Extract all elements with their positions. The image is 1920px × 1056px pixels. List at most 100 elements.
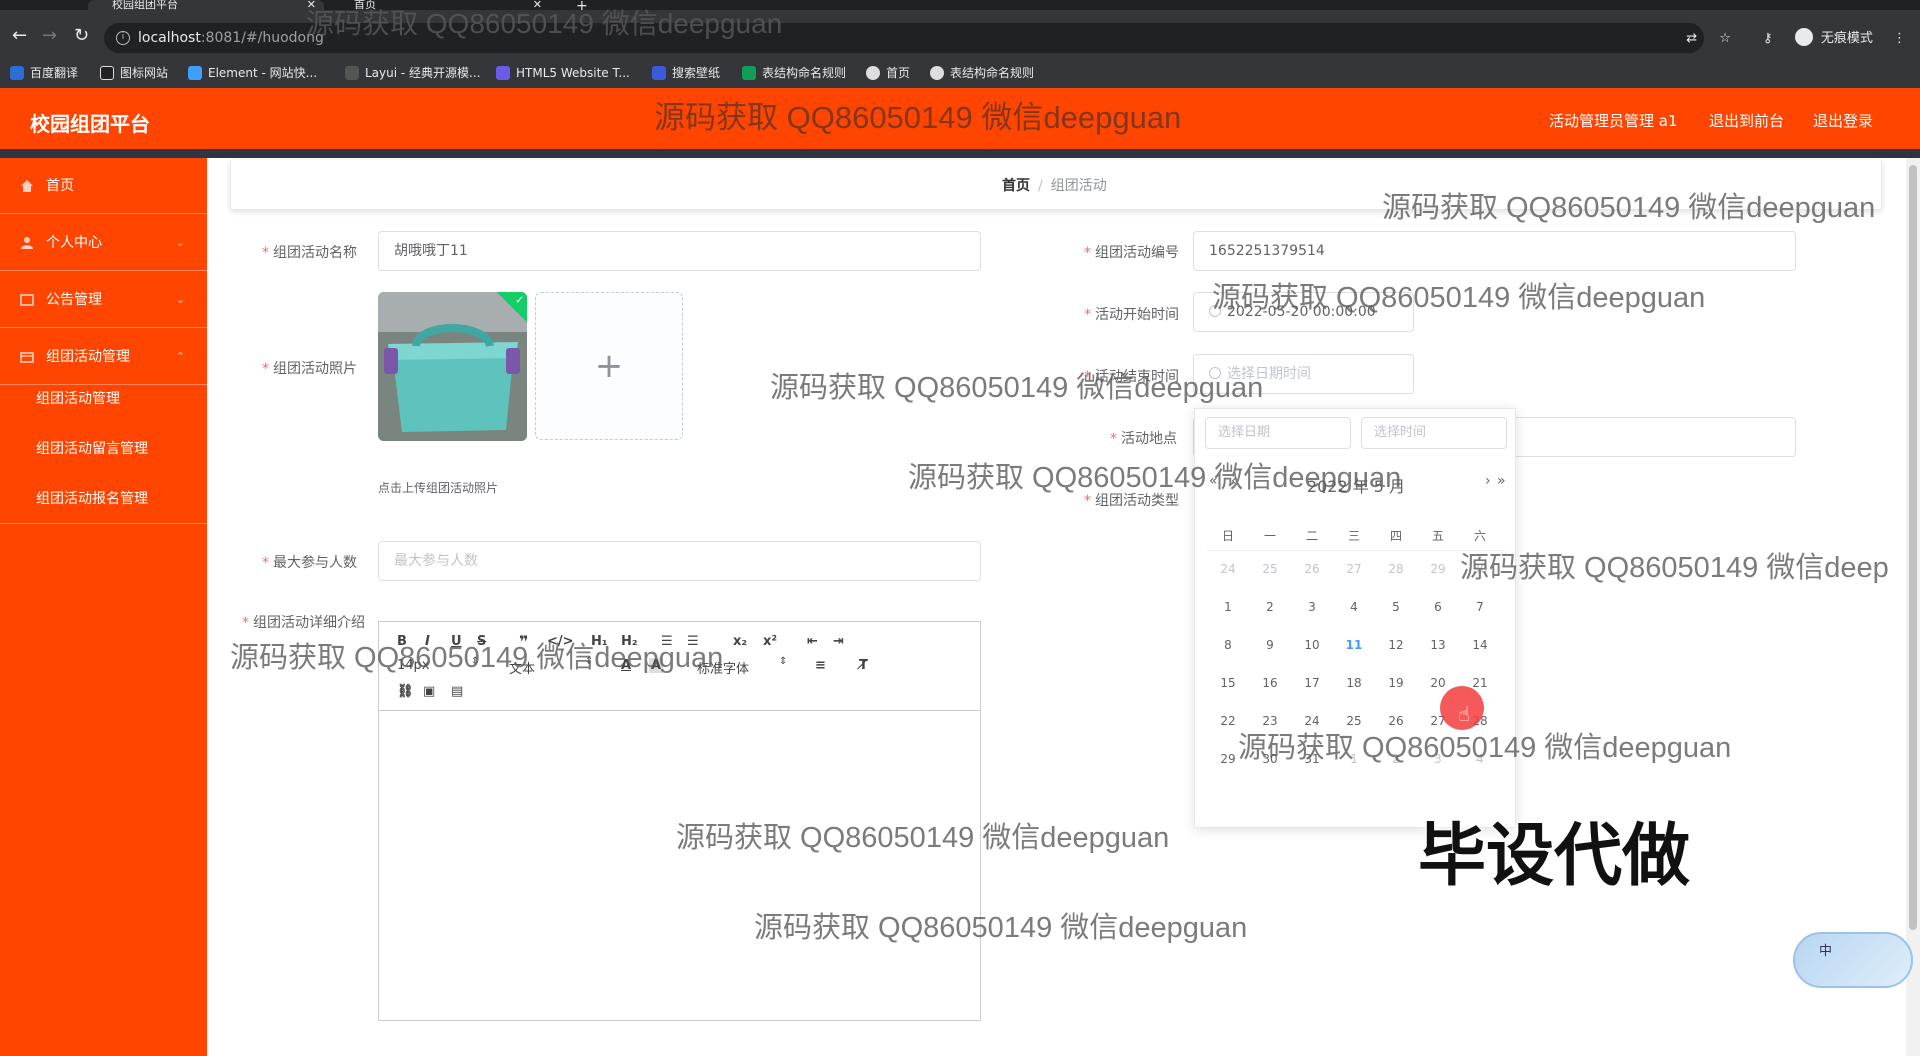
sidebar-subitem-activity-messages[interactable]: 组团活动留言管理 bbox=[0, 424, 207, 474]
outdent-icon[interactable]: ⇤ bbox=[807, 634, 818, 649]
sidebar-subitem-activity-management[interactable]: 组团活动管理 bbox=[0, 374, 207, 424]
calendar-day[interactable]: 8 bbox=[1207, 635, 1249, 655]
calendar-day[interactable]: 18 bbox=[1333, 673, 1375, 693]
sidebar-item-home[interactable]: 首页 bbox=[0, 158, 207, 214]
browser-tab-active[interactable]: 校园组团平台 ✕ bbox=[88, 0, 324, 10]
bookmark-html5[interactable]: HTML5 Website T... bbox=[496, 63, 630, 83]
bookmark-icon bbox=[100, 66, 114, 80]
calendar-day[interactable]: 28 bbox=[1375, 559, 1417, 579]
calendar-day[interactable]: 3 bbox=[1291, 597, 1333, 617]
watermark: 源码获取 QQ86050149 微信deepguan bbox=[1238, 732, 1732, 764]
breadcrumb-home[interactable]: 首页 bbox=[1002, 178, 1030, 194]
sidebar-item-profile[interactable]: 个人中心 ⌄ bbox=[0, 215, 207, 271]
weekday: 三 bbox=[1347, 529, 1360, 543]
calendar-day[interactable]: 12 bbox=[1375, 635, 1417, 655]
tab-title: 校园组团平台 bbox=[112, 0, 178, 10]
picker-date-input[interactable]: 选择日期 bbox=[1205, 417, 1351, 449]
bookmark-baidu-translate[interactable]: 百度翻译 bbox=[10, 63, 78, 83]
link-icon[interactable]: ⛓ bbox=[397, 684, 414, 699]
sidebar-item-label: 组团活动管理 bbox=[46, 349, 130, 365]
menu-icon[interactable]: ⋮ bbox=[1893, 31, 1906, 46]
breadcrumb-current: 组团活动 bbox=[1050, 178, 1107, 194]
watermark: 源码获取 QQ86050149 微信deepguan bbox=[770, 372, 1264, 404]
calendar-day[interactable]: 10 bbox=[1291, 635, 1333, 655]
next-year-icon[interactable]: » bbox=[1497, 473, 1506, 489]
ime-widget[interactable]: 中 bbox=[1793, 932, 1913, 988]
bookmark-element[interactable]: Element - 网站快... bbox=[188, 63, 317, 83]
site-info-icon[interactable]: i bbox=[116, 31, 130, 45]
watermark: 源码获取 QQ86050149 微信deepguan bbox=[306, 8, 783, 39]
calendar-day[interactable]: 25 bbox=[1249, 559, 1291, 579]
weekday: 四 bbox=[1389, 529, 1402, 543]
incognito-icon[interactable] bbox=[1794, 28, 1813, 46]
watermark: 源码获取 QQ86050149 微信deepguan bbox=[754, 912, 1248, 944]
back-icon[interactable]: ← bbox=[12, 27, 27, 45]
bookmark-table-rules[interactable]: 表结构命名规则 bbox=[742, 63, 846, 83]
bookmark-layui[interactable]: Layui - 经典开源模... bbox=[345, 63, 480, 83]
activity-code-input[interactable]: 1652251379514 bbox=[1193, 231, 1796, 271]
activity-detail-label: * 组团活动详细介绍 bbox=[242, 615, 365, 631]
reload-icon[interactable]: ↻ bbox=[74, 27, 89, 45]
calendar-day[interactable]: 11 bbox=[1333, 635, 1375, 655]
bookmark-icon bbox=[652, 66, 666, 80]
upload-photo-button[interactable]: + bbox=[535, 292, 683, 440]
activity-name-input[interactable]: 胡哦哦丁11 bbox=[378, 231, 981, 271]
align-icon[interactable]: ≡ bbox=[815, 658, 826, 673]
bookmark-table-rules-2[interactable]: 表结构命名规则 bbox=[930, 63, 1034, 83]
calendar-day[interactable]: 5 bbox=[1375, 597, 1417, 617]
indent-icon[interactable]: ⇥ bbox=[833, 634, 844, 649]
bookmark-icon bbox=[742, 66, 756, 80]
activity-photo-thumbnail[interactable]: ✓ bbox=[378, 292, 527, 441]
calendar-day[interactable]: 1 bbox=[1207, 597, 1249, 617]
calendar-day[interactable]: 27 bbox=[1333, 559, 1375, 579]
translate-icon[interactable]: ⇄ bbox=[1686, 31, 1697, 46]
calendar-day[interactable]: 15 bbox=[1207, 673, 1249, 693]
calendar-day[interactable]: 29 bbox=[1417, 559, 1459, 579]
image-icon[interactable]: ▣ bbox=[423, 684, 435, 699]
scrollbar-thumb[interactable] bbox=[1909, 165, 1917, 930]
video-icon[interactable]: ▤ bbox=[451, 684, 463, 699]
sidebar-item-label: 首页 bbox=[46, 178, 74, 194]
logout-link[interactable]: 退出登录 bbox=[1813, 110, 1873, 131]
calendar-day[interactable]: 7 bbox=[1459, 597, 1501, 617]
calendar-day[interactable]: 17 bbox=[1291, 673, 1333, 693]
watermark: 源码获取 QQ86050149 微信deepguan bbox=[676, 822, 1170, 854]
activity-code-label: * 组团活动编号 bbox=[1084, 245, 1179, 261]
clear-format-icon[interactable]: T̸ bbox=[859, 658, 868, 673]
bookmark-icon bbox=[496, 66, 510, 80]
bookmark-icon bbox=[866, 66, 880, 80]
calendar-day[interactable]: 2 bbox=[1249, 597, 1291, 617]
watermark: 源码获取 QQ86050149 微信deepguan bbox=[1212, 282, 1706, 314]
star-icon[interactable]: ☆ bbox=[1719, 31, 1731, 46]
sidebar-item-notices[interactable]: 公告管理 ⌄ bbox=[0, 272, 207, 328]
superscript-icon[interactable]: x² bbox=[763, 634, 777, 649]
forward-icon[interactable]: → bbox=[42, 27, 57, 45]
bookmark-icon-site[interactable]: 图标网站 bbox=[100, 63, 168, 83]
weekday: 二 bbox=[1305, 529, 1318, 543]
calendar-day[interactable]: 24 bbox=[1207, 559, 1249, 579]
calendar-day[interactable]: 9 bbox=[1249, 635, 1291, 655]
bookmark-wallpaper[interactable]: 搜索壁纸 bbox=[652, 63, 720, 83]
calendar-day[interactable]: 16 bbox=[1249, 673, 1291, 693]
calendar-day[interactable]: 13 bbox=[1417, 635, 1459, 655]
calendar-day[interactable]: 19 bbox=[1375, 673, 1417, 693]
calendar-day[interactable]: 14 bbox=[1459, 635, 1501, 655]
bookmark-label: HTML5 Website T... bbox=[516, 66, 630, 80]
sidebar-item-label: 公告管理 bbox=[46, 292, 102, 308]
max-participants-input[interactable]: 最大参与人数 bbox=[378, 541, 981, 581]
sidebar-subitem-activity-signups[interactable]: 组团活动报名管理 bbox=[0, 474, 207, 524]
calendar-day[interactable]: 26 bbox=[1291, 559, 1333, 579]
notice-icon bbox=[20, 294, 34, 306]
next-month-icon[interactable]: › bbox=[1485, 473, 1491, 489]
calendar-day[interactable]: 6 bbox=[1417, 597, 1459, 617]
watermark: 源码获取 QQ86050149 微信deep bbox=[1460, 552, 1889, 584]
bookmark-home[interactable]: 首页 bbox=[866, 63, 910, 83]
browser-toolbar: ← → ↻ i localhost:8081/#/huodong ⇄ ☆ ⚷ 无… bbox=[0, 10, 1920, 65]
key-icon[interactable]: ⚷ bbox=[1763, 31, 1773, 46]
profile-label[interactable]: 无痕模式 bbox=[1821, 31, 1873, 46]
calendar-day[interactable]: 4 bbox=[1333, 597, 1375, 617]
picker-time-input[interactable]: 选择时间 bbox=[1361, 417, 1507, 449]
exit-to-front-link[interactable]: 退出到前台 bbox=[1709, 110, 1784, 131]
browser-right-icons: ⇄ ☆ ⚷ 无痕模式 ⋮ bbox=[1686, 27, 1906, 49]
subscript-icon[interactable]: x₂ bbox=[733, 634, 747, 649]
